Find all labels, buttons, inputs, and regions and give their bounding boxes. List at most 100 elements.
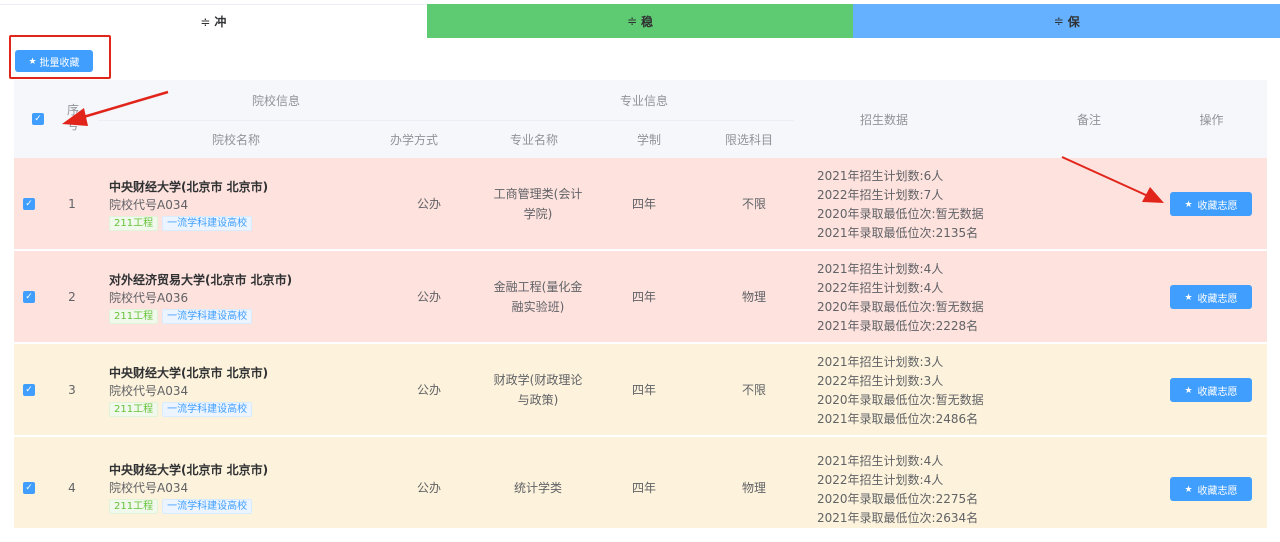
header-major-info: 专业信息 — [619, 93, 668, 108]
check-icon: ✓ — [25, 292, 33, 302]
duration: 四年 — [631, 383, 656, 397]
header-duration: 学制 — [636, 132, 661, 147]
rank-2020: 2020年录取最低位次:2275名 — [817, 492, 979, 506]
collect-button[interactable]: ★ 收藏志愿 — [1170, 192, 1252, 216]
run-type: 公办 — [416, 481, 441, 495]
subject: 物理 — [741, 290, 766, 304]
check-icon: ✓ — [25, 385, 33, 395]
select-all-checkbox[interactable]: ✓ — [32, 113, 44, 125]
plan-2022: 2022年招生计划数:3人 — [817, 374, 944, 388]
school-info: 对外经济贸易大学(北京市 北京市) 院校代号A036 211工程 一流学科建设高… — [109, 271, 292, 324]
check-icon: ✓ — [25, 483, 33, 493]
school-name: 中央财经大学(北京市 北京市) — [109, 366, 269, 380]
school-name: 中央财经大学(北京市 北京市) — [109, 180, 269, 194]
header-subject: 限选科目 — [724, 132, 773, 147]
row-checkbox[interactable]: ✓ — [23, 291, 35, 303]
major-name: 统计学类 — [513, 481, 562, 495]
row-index: 3 — [68, 383, 76, 397]
collect-button[interactable]: ★ 收藏志愿 — [1170, 378, 1252, 402]
rank-2021: 2021年录取最低位次:2486名 — [817, 412, 979, 426]
school-name: 对外经济贸易大学(北京市 北京市) — [109, 273, 293, 287]
plan-2022: 2022年招生计划数:4人 — [817, 473, 944, 487]
tag-211: 211工程 — [109, 309, 159, 324]
check-icon: ✓ — [25, 199, 33, 209]
enroll-stats: 2021年招生计划数:4人 2022年招生计划数:4人 2020年录取最低位次:… — [817, 452, 978, 528]
header-school-info: 院校信息 — [251, 93, 300, 108]
subject: 不限 — [741, 197, 766, 211]
row-index: 1 — [68, 197, 76, 211]
enroll-stats: 2021年招生计划数:3人 2022年招生计划数:3人 2020年录取最低位次:… — [817, 353, 984, 429]
batch-collect-label: 批量收藏 — [39, 57, 80, 69]
results-table: ✓ 序号 院校信息 院校名称 办学方式 专业信息 专业名称 学制 限选科目 招生… — [14, 80, 1267, 542]
header-run-type: 办学方式 — [389, 132, 438, 147]
tag-211: 211工程 — [109, 499, 159, 514]
enroll-stats: 2021年招生计划数:6人 2022年招生计划数:7人 2020年录取最低位次:… — [817, 167, 984, 243]
duration: 四年 — [631, 481, 656, 495]
major-name: 工商管理类(会计学院) — [493, 187, 583, 221]
tab-bar: ≑ 冲 ≑ 稳 ≑ 保 — [0, 4, 1280, 38]
collect-label: 收藏志愿 — [1197, 293, 1238, 305]
rank-2020: 2020年录取最低位次:暂无数据 — [817, 300, 984, 314]
enroll-stats: 2021年招生计划数:4人 2022年招生计划数:4人 2020年录取最低位次:… — [817, 260, 984, 336]
plan-2021: 2021年招生计划数:4人 — [817, 454, 944, 468]
plan-2021: 2021年招生计划数:4人 — [817, 262, 944, 276]
plan-2022: 2022年招生计划数:4人 — [817, 281, 944, 295]
header-major-name: 专业名称 — [509, 132, 558, 147]
run-type: 公办 — [416, 197, 441, 211]
header-seq: 序号 — [66, 103, 79, 132]
table-row: ✓ 4 中央财经大学(北京市 北京市) 院校代号A034 211工程 一流学科建… — [14, 437, 1267, 529]
major-name: 财政学(财政理论与政策) — [493, 373, 583, 407]
tag-double-first-class: 一流学科建设高校 — [162, 309, 253, 324]
duration: 四年 — [631, 197, 656, 211]
batch-collect-button[interactable]: ★ 批量收藏 — [15, 50, 93, 72]
row-index: 4 — [68, 481, 76, 495]
collect-label: 收藏志愿 — [1197, 200, 1238, 212]
duration: 四年 — [631, 290, 656, 304]
tab-label: 冲 — [214, 15, 227, 29]
header-remark: 备注 — [1076, 112, 1101, 127]
collect-button[interactable]: ★ 收藏志愿 — [1170, 285, 1252, 309]
major-name: 金融工程(量化金融实验班) — [493, 280, 583, 314]
plan-2022: 2022年招生计划数:7人 — [817, 188, 944, 202]
row-checkbox[interactable]: ✓ — [23, 198, 35, 210]
tab-wen[interactable]: ≑ 稳 — [426, 4, 854, 38]
table-row: ✓ 1 中央财经大学(北京市 北京市) 院校代号A034 211工程 一流学科建… — [14, 158, 1267, 250]
table-header: ✓ 序号 院校信息 院校名称 办学方式 专业信息 专业名称 学制 限选科目 招生… — [14, 80, 1267, 158]
subject: 不限 — [741, 383, 766, 397]
tag-211: 211工程 — [109, 402, 159, 417]
tab-chong[interactable]: ≑ 冲 — [0, 4, 427, 38]
tab-label: 稳 — [641, 14, 654, 29]
run-type: 公办 — [416, 290, 441, 304]
header-school-name: 院校名称 — [211, 132, 260, 147]
row-index: 2 — [68, 290, 76, 304]
rank-2020: 2020年录取最低位次:暂无数据 — [817, 393, 984, 407]
school-code: 院校代号A036 — [109, 291, 189, 305]
row-checkbox[interactable]: ✓ — [23, 384, 35, 396]
check-icon: ✓ — [34, 114, 42, 124]
tab-bao[interactable]: ≑ 保 — [853, 4, 1280, 38]
filter-icon: ≑ — [626, 14, 638, 28]
filter-icon: ≑ — [200, 14, 211, 29]
star-icon: ★ — [28, 55, 37, 66]
rank-2020: 2020年录取最低位次:暂无数据 — [817, 207, 984, 221]
tag-double-first-class: 一流学科建设高校 — [162, 499, 253, 514]
star-icon: ★ — [1184, 291, 1193, 302]
tag-double-first-class: 一流学科建设高校 — [162, 402, 253, 417]
collect-label: 收藏志愿 — [1197, 485, 1238, 497]
school-info: 中央财经大学(北京市 北京市) 院校代号A034 211工程 一流学科建设高校 — [109, 461, 268, 514]
header-divider — [98, 120, 794, 121]
run-type: 公办 — [416, 383, 441, 397]
star-icon: ★ — [1184, 198, 1193, 209]
header-enroll-data: 招生数据 — [859, 112, 908, 127]
filter-icon: ≑ — [1053, 14, 1064, 28]
school-info: 中央财经大学(北京市 北京市) 院校代号A034 211工程 一流学科建设高校 — [109, 364, 268, 417]
tag-double-first-class: 一流学科建设高校 — [162, 216, 253, 231]
rank-2021: 2021年录取最低位次:2228名 — [817, 319, 979, 333]
school-code: 院校代号A034 — [109, 481, 189, 495]
collect-button[interactable]: ★ 收藏志愿 — [1170, 477, 1252, 501]
collect-label: 收藏志愿 — [1197, 386, 1238, 398]
subject: 物理 — [741, 481, 766, 495]
header-action: 操作 — [1199, 112, 1224, 127]
plan-2021: 2021年招生计划数:3人 — [817, 355, 944, 369]
row-checkbox[interactable]: ✓ — [23, 482, 35, 494]
